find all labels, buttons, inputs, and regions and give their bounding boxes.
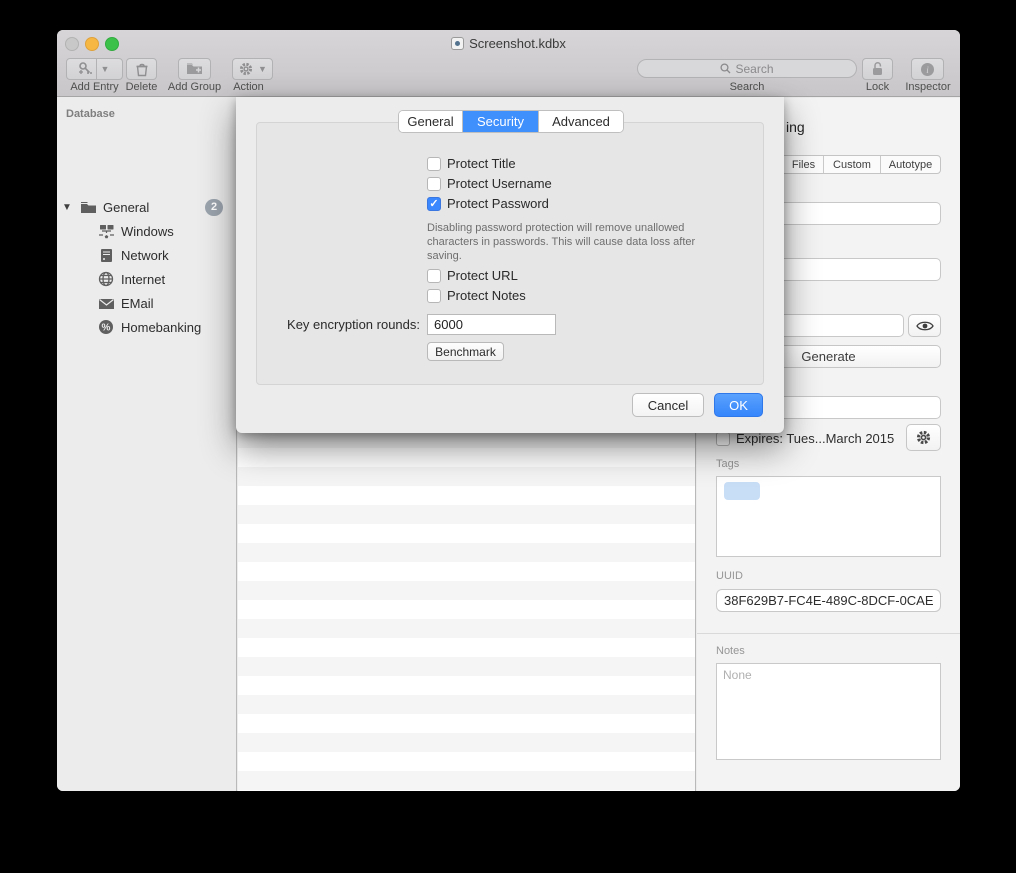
checkbox-icon[interactable]	[716, 432, 730, 446]
sidebar-item-internet[interactable]: Internet	[57, 267, 237, 291]
eye-icon	[916, 320, 934, 332]
expires-checkbox[interactable]: Expires: Tues...March 2015	[716, 431, 894, 446]
checkbox-icon[interactable]	[427, 177, 441, 191]
folder-plus-icon	[186, 62, 203, 76]
notes-textarea[interactable]: None	[716, 663, 941, 760]
inspector-title-fragment: ing	[786, 119, 805, 135]
search-icon	[720, 63, 731, 74]
ok-button[interactable]: OK	[714, 393, 763, 417]
uuid-label: UUID	[716, 570, 743, 582]
divider	[697, 633, 960, 634]
info-icon: i	[920, 62, 935, 77]
tab-security[interactable]: Security	[463, 111, 539, 132]
add-entry-button[interactable]: ▼	[66, 58, 123, 80]
sidebar: Database ▼ General 2 Windows Network	[57, 98, 237, 791]
inspector-label: Inspector	[897, 81, 959, 93]
sidebar-item-general[interactable]: ▼ General 2	[57, 195, 237, 219]
checkbox-icon[interactable]	[427, 157, 441, 171]
uuid-field[interactable]: 38F629B7-FC4E-489C-8DCF-0CAE	[716, 589, 941, 612]
globe-icon	[97, 271, 115, 288]
database-settings-sheet: General Security Advanced Protect Title …	[236, 97, 784, 433]
key-rounds-label: Key encryption rounds:	[236, 317, 420, 332]
checkbox-label: Protect Title	[447, 156, 516, 171]
disclosure-triangle-icon[interactable]: ▼	[62, 202, 72, 213]
percent-icon: %	[97, 319, 115, 336]
notes-placeholder: None	[723, 668, 752, 682]
sidebar-item-label: Network	[121, 248, 169, 263]
sidebar-item-label: Internet	[121, 272, 165, 287]
checkbox-label: Protect URL	[447, 268, 518, 283]
reveal-password-button[interactable]	[908, 314, 941, 337]
trash-icon	[135, 62, 149, 77]
sidebar-item-label: General	[103, 200, 149, 215]
protect-notes-checkbox[interactable]: Protect Notes	[427, 288, 526, 303]
inspector-tab-files[interactable]: Files	[784, 156, 824, 173]
inspector-button[interactable]: i	[911, 58, 944, 80]
tab-advanced[interactable]: Advanced	[539, 111, 623, 132]
inspector-tab-autotype[interactable]: Autotype	[881, 156, 940, 173]
cancel-button[interactable]: Cancel	[632, 393, 704, 417]
tags-label: Tags	[716, 458, 739, 470]
sidebar-item-label: Homebanking	[121, 320, 201, 335]
tab-general[interactable]: General	[399, 111, 463, 132]
checkbox-label: Protect Username	[447, 176, 552, 191]
sidebar-item-email[interactable]: EMail	[57, 291, 237, 315]
sidebar-item-network[interactable]: Network	[57, 243, 237, 267]
key-plus-icon	[76, 61, 96, 77]
checkbox-label: Protect Password	[447, 196, 549, 211]
count-badge: 2	[205, 199, 223, 216]
chevron-down-icon[interactable]: ▼	[97, 64, 113, 74]
window-title: Screenshot.kdbx	[57, 36, 960, 51]
key-rounds-input[interactable]: 6000	[427, 314, 556, 335]
protect-password-checkbox[interactable]: ✓ Protect Password	[427, 196, 549, 211]
folder-icon	[79, 199, 97, 216]
titlebar: Screenshot.kdbx ▼ Add Entry Delete Add G…	[57, 30, 960, 97]
checkbox-icon[interactable]	[427, 289, 441, 303]
lock-button[interactable]	[862, 58, 893, 80]
protect-url-checkbox[interactable]: Protect URL	[427, 268, 518, 283]
password-protection-warning: Disabling password protection will remov…	[427, 221, 695, 263]
expiry-options-button[interactable]	[906, 424, 941, 451]
search-input[interactable]: Search	[637, 59, 857, 78]
expires-label: Expires: Tues...March 2015	[736, 431, 894, 446]
unlocked-padlock-icon	[870, 61, 885, 77]
action-label: Action	[217, 81, 280, 93]
sidebar-item-label: EMail	[121, 296, 154, 311]
action-button[interactable]: ▼	[232, 58, 273, 80]
server-icon	[97, 247, 115, 264]
sidebar-item-label: Windows	[121, 224, 174, 239]
benchmark-button[interactable]: Benchmark	[427, 342, 504, 361]
sidebar-item-homebanking[interactable]: % Homebanking	[57, 315, 237, 339]
envelope-icon	[97, 295, 115, 312]
notes-label: Notes	[716, 645, 745, 657]
inspector-tab-custom[interactable]: Custom	[824, 156, 881, 173]
checkbox-checked-icon[interactable]: ✓	[427, 197, 441, 211]
delete-button[interactable]	[126, 58, 157, 80]
chevron-down-icon: ▼	[258, 64, 267, 74]
checkbox-label: Protect Notes	[447, 288, 526, 303]
add-group-button[interactable]	[178, 58, 211, 80]
search-placeholder: Search	[735, 62, 773, 76]
sidebar-header: Database	[66, 108, 115, 120]
protect-title-checkbox[interactable]: Protect Title	[427, 156, 516, 171]
tags-box[interactable]	[716, 476, 941, 557]
search-label: Search	[637, 81, 857, 93]
svg-text:%: %	[102, 323, 111, 334]
tag-chip[interactable]	[724, 482, 760, 500]
gear-icon	[915, 429, 932, 446]
gear-icon	[238, 61, 254, 77]
generate-label: Generate	[801, 349, 855, 364]
app-window: Screenshot.kdbx ▼ Add Entry Delete Add G…	[57, 30, 960, 791]
sidebar-item-windows[interactable]: Windows	[57, 219, 237, 243]
checkbox-icon[interactable]	[427, 269, 441, 283]
document-icon	[451, 37, 464, 50]
settings-tab-bar: General Security Advanced	[398, 110, 624, 133]
windows-network-icon	[97, 223, 115, 240]
protect-username-checkbox[interactable]: Protect Username	[427, 176, 552, 191]
